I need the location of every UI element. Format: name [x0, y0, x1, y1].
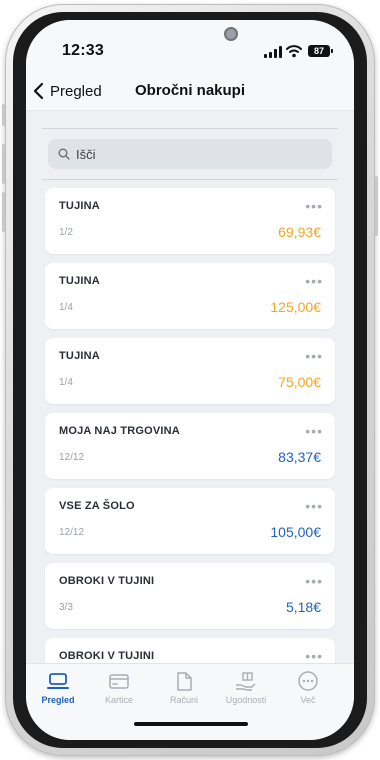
card-title: TUJINA: [59, 350, 100, 362]
search-input[interactable]: [74, 145, 318, 163]
search-bar[interactable]: [48, 139, 332, 169]
card-icon: [109, 674, 129, 689]
installment-card[interactable]: TUJINA ••• 1/4 125,00€: [45, 263, 335, 329]
installment-card[interactable]: TUJINA ••• 1/4 75,00€: [45, 338, 335, 404]
installment-count: 1/2: [59, 227, 73, 238]
overview-icon: [47, 673, 69, 689]
tab-3[interactable]: Ugodnosti: [214, 664, 278, 714]
tab-1[interactable]: Kartice: [87, 664, 151, 714]
more-options-icon[interactable]: •••: [305, 198, 323, 214]
tab-label: Pregled: [41, 695, 75, 705]
card-title: TUJINA: [59, 275, 100, 287]
status-time: 12:33: [62, 42, 104, 59]
side-button-mute: [2, 104, 5, 126]
tab-label: Računi: [169, 695, 198, 705]
more-options-icon[interactable]: •••: [305, 648, 323, 663]
battery-tip: [331, 49, 333, 53]
installment-card[interactable]: TUJINA ••• 1/2 69,93€: [45, 188, 335, 254]
installment-amount: 105,00€: [270, 524, 321, 540]
wifi-icon: [286, 45, 302, 58]
installment-card[interactable]: VSE ZA ŠOLO ••• 12/12 105,00€: [45, 488, 335, 554]
installment-card[interactable]: MOJA NAJ TRGOVINA ••• 12/12 83,37€: [45, 413, 335, 479]
card-title: TUJINA: [59, 200, 100, 212]
tab-0[interactable]: Pregled: [26, 664, 90, 714]
installment-card[interactable]: OBROKI V TUJINI ••• 3/3 5,18€: [45, 563, 335, 629]
camera-dot: [224, 27, 238, 41]
installment-amount: 5,18€: [285, 599, 321, 615]
search-icon: [58, 148, 70, 160]
page-title: Obročni nakupi: [134, 82, 245, 99]
side-button-volume-down: [2, 192, 5, 232]
more-options-icon[interactable]: •••: [305, 498, 323, 514]
installment-amount: 75,00€: [278, 374, 321, 390]
installment-amount: 83,37€: [278, 449, 321, 465]
installment-amount: 69,93€: [278, 224, 321, 240]
signal-icon: [264, 46, 282, 58]
document-icon: [177, 672, 192, 691]
content-area[interactable]: TUJINA•••1/269,93€TUJINA•••1/4125,00€TUJ…: [26, 111, 354, 663]
card-title: VSE ZA ŠOLO: [59, 500, 135, 512]
more-options-icon[interactable]: •••: [305, 423, 323, 439]
home-indicator[interactable]: [134, 722, 248, 726]
side-button-volume-up: [2, 144, 5, 184]
card-title: OBROKI V TUJINI: [59, 575, 155, 587]
installment-count: 1/4: [59, 302, 73, 313]
installment-list: TUJINA ••• 1/2 69,93€ TUJINA ••• 1/4 125,00€ TUJ…: [45, 188, 335, 663]
card-title: OBROKI V TUJINI: [59, 650, 155, 662]
tab-2[interactable]: Računi: [152, 664, 216, 714]
installment-count: 1/4: [59, 377, 73, 388]
more-icon: [298, 671, 318, 691]
more-options-icon[interactable]: •••: [305, 348, 323, 364]
installment-card[interactable]: OBROKI V TUJINI •••: [45, 638, 335, 663]
installment-amount: 125,00€: [270, 299, 321, 315]
search-divider: [42, 179, 338, 180]
side-button-power: [375, 176, 378, 236]
screen: 12:33 87 Pregled Obročni nakupi TUJINA ••…: [26, 20, 354, 740]
installment-count: 12/12: [59, 527, 85, 538]
card-title: MOJA NAJ TRGOVINA: [59, 425, 180, 437]
battery-icon: 87: [308, 45, 330, 57]
more-options-icon[interactable]: •••: [305, 573, 323, 589]
tab-4[interactable]: Več: [276, 664, 340, 714]
more-options-icon[interactable]: •••: [305, 273, 323, 289]
tab-label: Ugodnosti: [225, 695, 267, 705]
tab-label: Več: [300, 695, 316, 705]
top-divider: [42, 128, 338, 129]
status-bar: 12:33 87: [26, 20, 354, 72]
tab-label: Kartice: [104, 695, 133, 705]
installment-count: 12/12: [59, 452, 85, 463]
tab-bar: Pregled Kartice Računi Ugodnosti Več: [26, 663, 354, 740]
installment-count: 3/3: [59, 602, 73, 613]
gift-hand-icon: [236, 672, 256, 691]
navigation-header: Pregled Obročni nakupi: [26, 72, 354, 111]
